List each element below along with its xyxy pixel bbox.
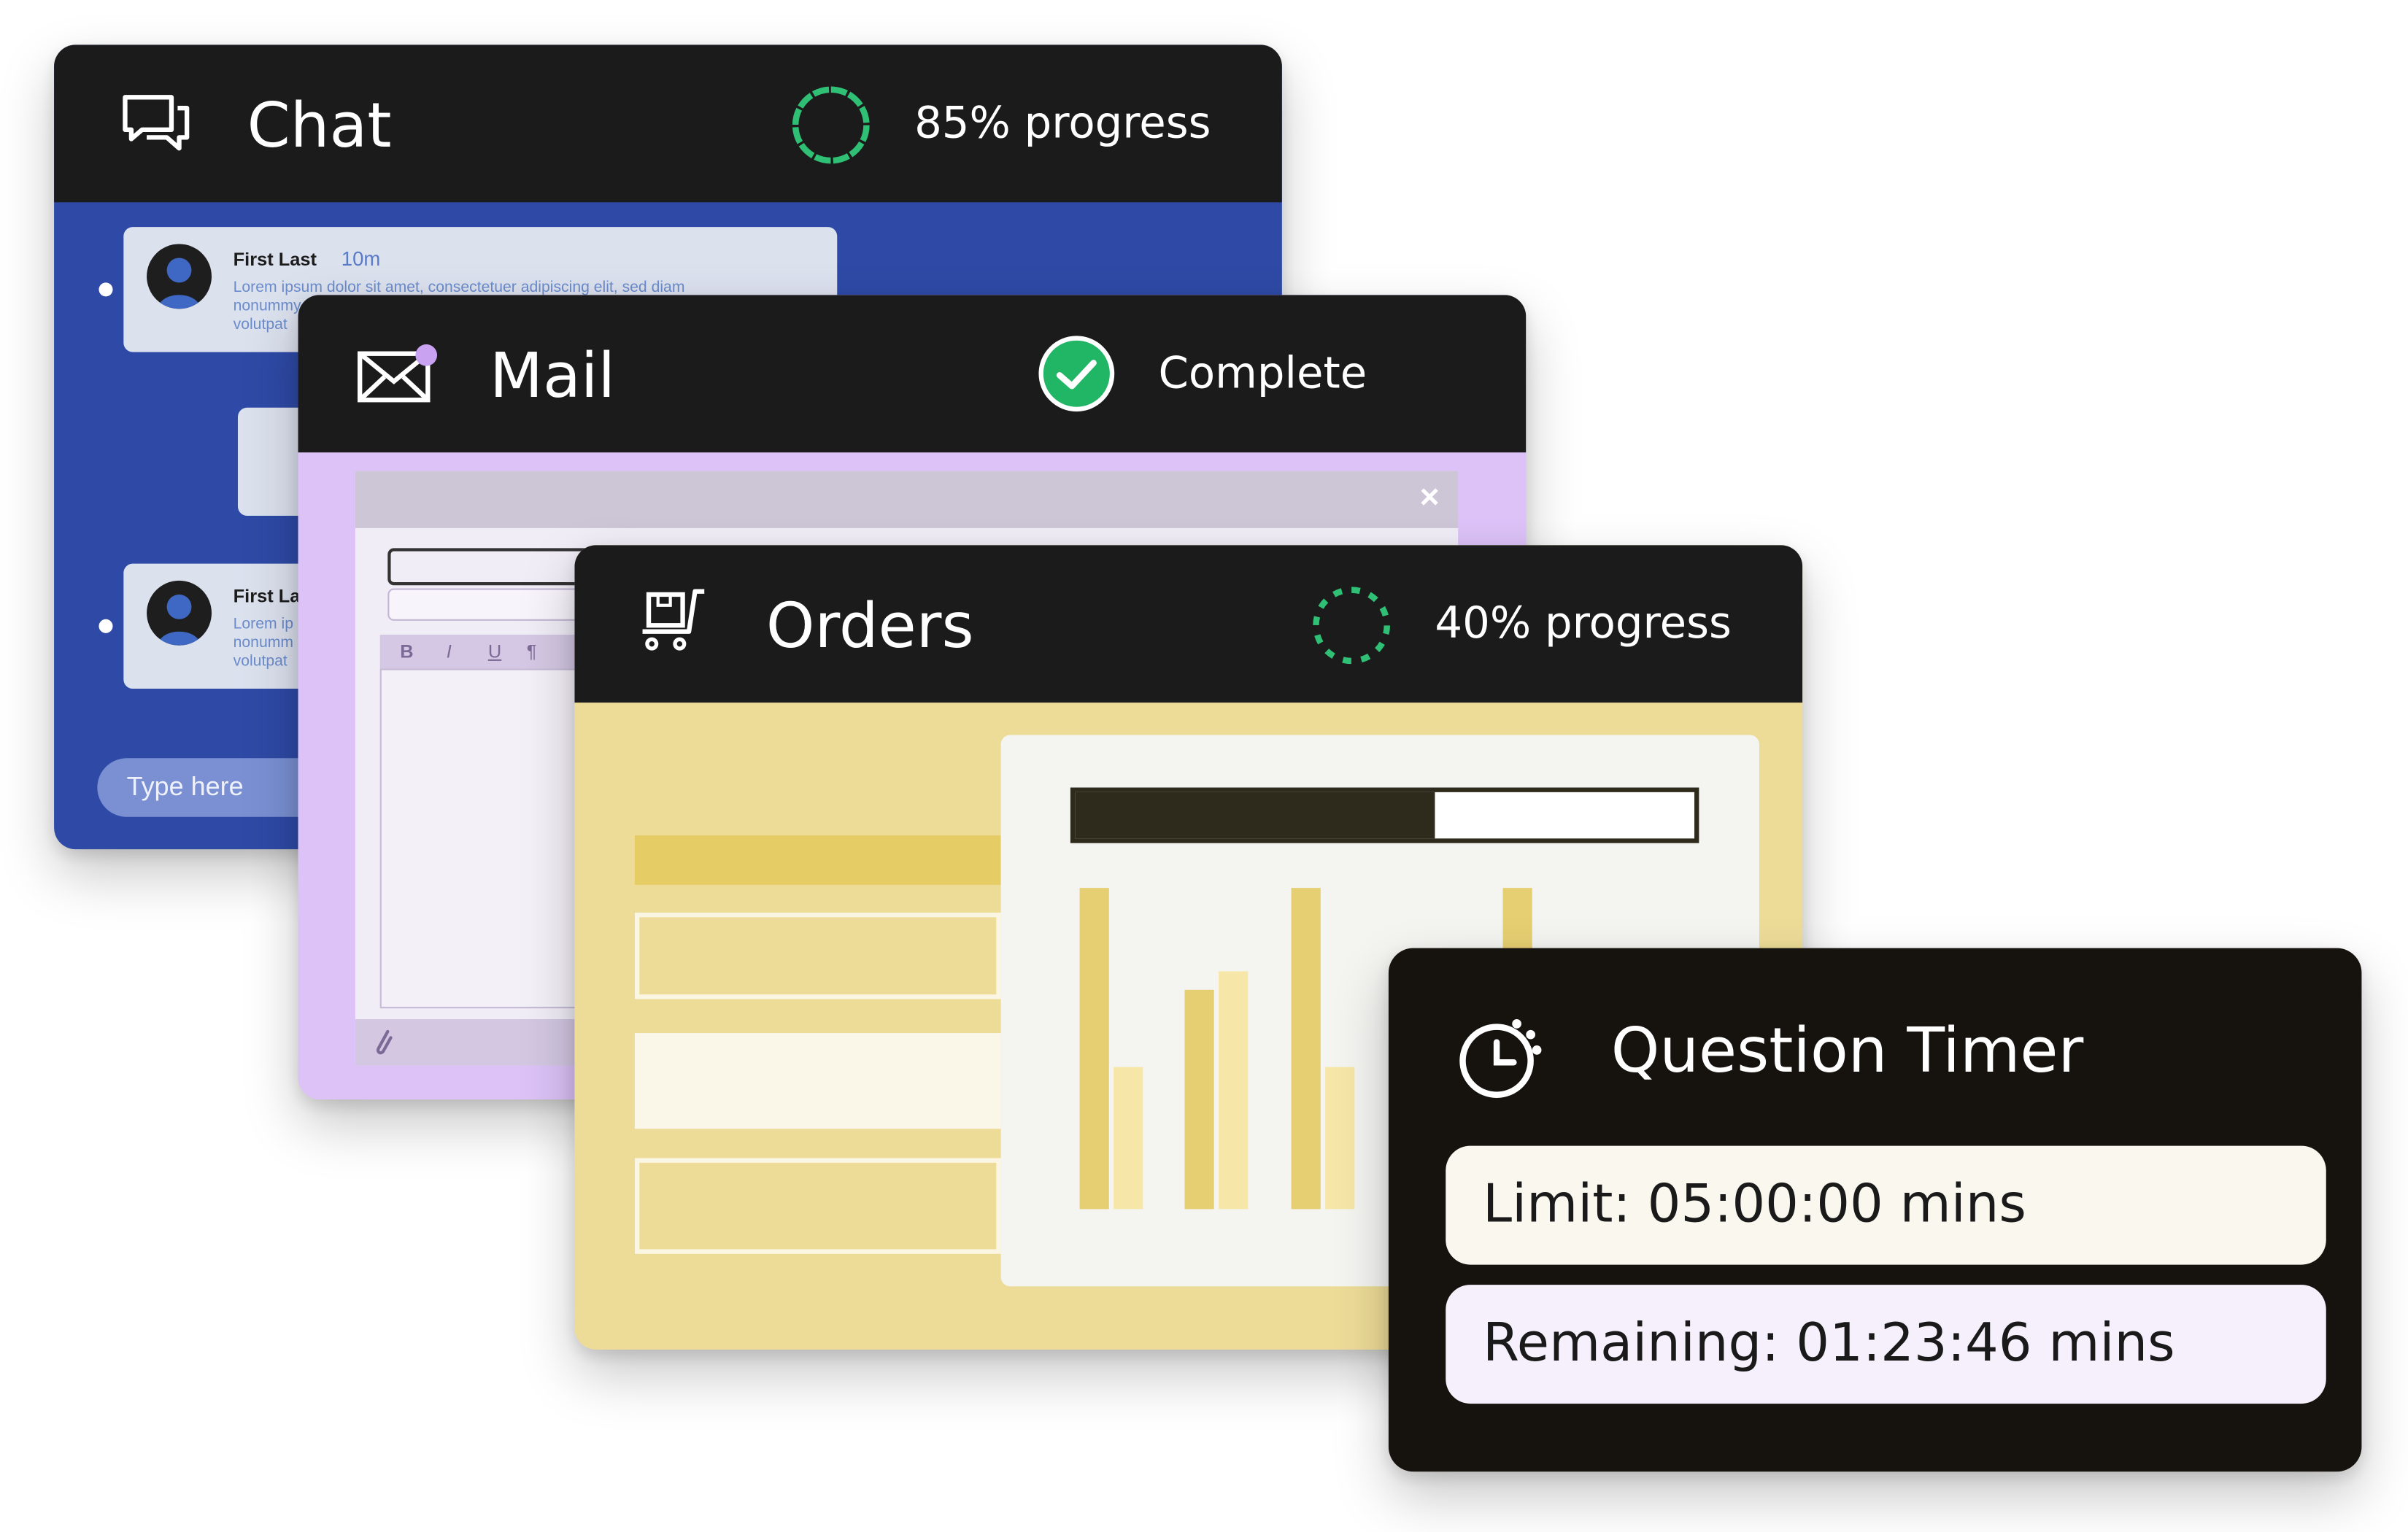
app-stack: Chat 85% progress First Last 10m Lorem i… [0, 0, 2408, 1532]
message-text: Lorem ipsum dolor sit amet, consectetuer… [233, 279, 685, 297]
mail-icon [358, 344, 438, 403]
chart-bar [1325, 1067, 1355, 1210]
italic-button[interactable]: I [447, 641, 452, 662]
question-timer-panel: Question Timer Limit: 05:00:00 mins Rema… [1388, 948, 2362, 1472]
message-text: nonumm [233, 634, 293, 652]
message-text: volutpat [233, 653, 288, 670]
close-icon[interactable]: × [1420, 477, 1440, 517]
chart-bar [1291, 888, 1321, 1210]
attachment-icon[interactable] [372, 1027, 394, 1058]
chat-title: Chat [247, 90, 392, 163]
chat-progress-label: 85% progress [914, 97, 1211, 149]
orders-progress-label: 40% progress [1435, 597, 1732, 649]
sender-name: First La [233, 585, 301, 607]
mail-title: Mail [489, 341, 615, 413]
chat-input-placeholder: Type here [126, 772, 244, 802]
avatar [147, 580, 212, 646]
order-progress-bar [1070, 787, 1699, 843]
mail-status-label: Complete [1158, 347, 1367, 399]
message-text: volutpat [233, 316, 288, 334]
order-list-header [634, 835, 1001, 885]
time-remaining-pill: Remaining: 01:23:46 mins [1446, 1285, 2326, 1404]
message-time: 10m [341, 247, 381, 271]
chart-bar [1079, 888, 1109, 1210]
underline-button[interactable]: U [488, 641, 501, 662]
compose-titlebar: × [355, 471, 1459, 528]
mail-header: Mail Complete [298, 295, 1527, 453]
order-row[interactable] [634, 1158, 1001, 1254]
order-row[interactable] [634, 912, 1001, 999]
chart-bar [1219, 971, 1249, 1210]
time-limit-pill: Limit: 05:00:00 mins [1446, 1145, 2326, 1265]
chart-bar [1114, 1067, 1143, 1210]
avatar [147, 244, 212, 309]
time-limit-label: Limit: 05:00:00 mins [1483, 1173, 2026, 1236]
paragraph-button[interactable]: ¶ [527, 641, 537, 662]
orders-title: Orders [765, 591, 974, 663]
chat-icon [123, 95, 190, 151]
progress-ring-icon [1313, 587, 1391, 665]
timer-title: Question Timer [1610, 1015, 2084, 1088]
time-remaining-label: Remaining: 01:23:46 mins [1483, 1312, 2175, 1374]
message-text: Lorem ip [233, 616, 293, 633]
chart-bar [1184, 989, 1214, 1210]
stopwatch-icon [1459, 1019, 1542, 1098]
order-row[interactable] [634, 1033, 1001, 1129]
order-progress-fill [1075, 792, 1435, 839]
format-toolbar: B I U ¶ [379, 634, 597, 669]
orders-header: Orders 40% progress [574, 545, 1803, 703]
bold-button[interactable]: B [400, 641, 413, 662]
cart-icon [642, 589, 705, 651]
progress-ring-icon [792, 86, 870, 164]
unread-dot [99, 282, 113, 297]
sender-name: First Last [233, 248, 317, 271]
unread-dot [99, 619, 113, 633]
message-text: nonummy [233, 298, 301, 315]
check-circle-icon [1038, 336, 1115, 412]
chat-header: Chat 85% progress [54, 45, 1282, 203]
